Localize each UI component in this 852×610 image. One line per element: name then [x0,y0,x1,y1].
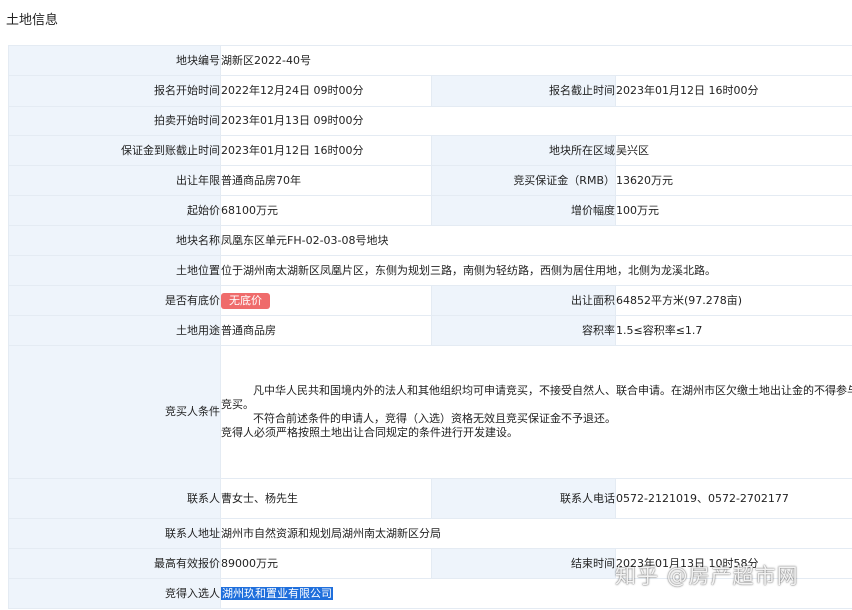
district-label: 地块所在区域 [431,135,616,166]
reg-start-value: 2022年12月24日 09时00分 [220,75,432,107]
row-registration: 报名开始时间 2022年12月24日 09时00分 报名截止时间 2023年01… [8,75,852,107]
phone-label: 联系人电话 [431,478,616,519]
parcel-name-value: 凤凰东区单元FH-02-03-08号地块 [219,225,852,256]
address-label: 联系人地址 [8,518,221,549]
no-reserve-badge: 无底价 [221,292,270,309]
end-time-label: 结束时间 [431,548,616,579]
top-bid-label: 最高有效报价 [8,548,221,579]
deposit-deadline-value: 2023年01月12日 16时00分 [220,135,432,166]
term-value: 普通商品房70年 [220,165,432,196]
start-price-label: 起始价 [8,195,221,226]
row-contact: 联系人 曹女士、杨先生 联系人电话 0572-2121019、0572-2702… [8,478,852,519]
row-parcel-name: 地块名称 凤凰东区单元FH-02-03-08号地块 [8,225,852,256]
row-parcel-no: 地块编号 湖新区2022-40号 [8,45,852,76]
row-usage: 土地用途 普通商品房 容积率 1.5≤容积率≤1.7 [8,315,852,346]
parcel-name-label: 地块名称 [8,225,221,256]
bidder-condition-line-1: 凡中华人民共和国境内外的法人和其他组织均可申请竞买，不接受自然人、联合申请。在湖… [221,384,852,411]
district-value: 吴兴区 [614,135,852,166]
row-bidder-conditions: 竞买人条件 凡中华人民共和国境内外的法人和其他组织均可申请竞买，不接受自然人、联… [8,345,852,479]
top-bid-value: 89000万元 [220,548,432,579]
row-price: 起始价 68100万元 增价幅度 100万元 [8,195,852,226]
increment-label: 增价幅度 [431,195,616,226]
far-value: 1.5≤容积率≤1.7 [614,315,852,346]
row-term: 出让年限 普通商品房70年 竞买保证金（RMB） 13620万元 [8,165,852,196]
phone-value: 0572-2121019、0572-2702177 [614,478,852,519]
deposit-deadline-label: 保证金到账截止时间 [8,135,221,166]
watermark: 知乎 @房产超市网 [615,564,799,588]
deposit-label: 竞买保证金（RMB） [431,165,616,196]
contact-value: 曹女士、杨先生 [220,478,432,519]
reserve-cell: 无底价 [220,285,432,316]
bidder-condition-line-3: 竞得人必须严格按照土地出让合同规定的条件进行开发建设。 [221,426,518,439]
increment-value: 100万元 [614,195,852,226]
row-address: 联系人地址 湖州市自然资源和规划局湖州南太湖新区分局 [8,518,852,549]
area-label: 出让面积 [431,285,616,316]
reg-start-label: 报名开始时间 [8,75,221,107]
row-reserve: 是否有底价 无底价 出让面积 64852平方米(97.278亩) [8,285,852,316]
far-label: 容积率 [431,315,616,346]
usage-label: 土地用途 [8,315,221,346]
row-deposit-deadline: 保证金到账截止时间 2023年01月12日 16时00分 地块所在区域 吴兴区 [8,135,852,166]
address-value: 湖州市自然资源和规划局湖州南太湖新区分局 [219,518,852,549]
row-auction-start: 拍卖开始时间 2023年01月13日 09时00分 [8,106,852,136]
term-label: 出让年限 [8,165,221,196]
land-info-table: 地块编号 湖新区2022-40号 报名开始时间 2022年12月24日 09时0… [8,45,852,609]
area-value: 64852平方米(97.278亩) [614,285,852,316]
contact-label: 联系人 [8,478,221,519]
location-label: 土地位置 [8,255,221,286]
parcel-no-value: 湖新区2022-40号 [219,45,852,76]
section-title: 土地信息 [6,13,59,28]
bidder-conditions-value: 凡中华人民共和国境内外的法人和其他组织均可申请竞买，不接受自然人、联合申请。在湖… [219,345,852,479]
auction-start-value: 2023年01月13日 09时00分 [219,106,852,136]
reserve-label: 是否有底价 [8,285,221,316]
deposit-value: 13620万元 [614,165,852,196]
reg-end-value: 2023年01月12日 16时00分 [614,75,852,107]
start-price-value: 68100万元 [220,195,432,226]
auction-start-label: 拍卖开始时间 [8,106,221,136]
bidder-condition-line-2: 不符合前述条件的申请人，竞得（入选）资格无效且竞买保证金不予退还。 [253,412,616,425]
row-location: 土地位置 位于湖州南太湖新区凤凰片区，东侧为规划三路，南侧为轻纺路，西侧为居住用… [8,255,852,286]
usage-value: 普通商品房 [220,315,432,346]
winner-value[interactable]: 湖州玖和置业有限公司 [221,586,333,600]
winner-label: 竞得入选人 [8,578,221,609]
location-value: 位于湖州南太湖新区凤凰片区，东侧为规划三路，南侧为轻纺路，西侧为居住用地，北侧为… [219,255,852,286]
parcel-no-label: 地块编号 [8,45,221,76]
bidder-conditions-label: 竞买人条件 [8,345,221,479]
reg-end-label: 报名截止时间 [431,75,616,107]
